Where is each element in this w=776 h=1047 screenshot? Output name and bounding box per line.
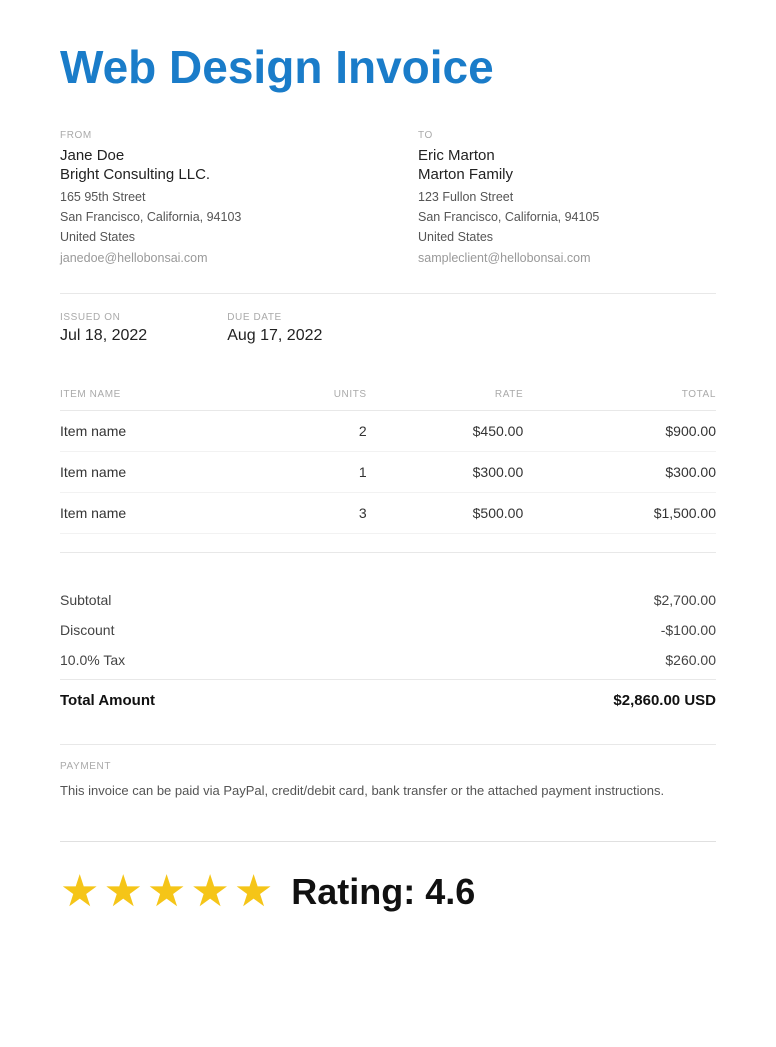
issued-on-value: Jul 18, 2022	[60, 327, 147, 345]
divider-2	[60, 552, 716, 553]
from-email: janedoe@hellobonsai.com	[60, 251, 358, 265]
from-name: Jane Doe	[60, 147, 358, 164]
payment-text: This invoice can be paid via PayPal, cre…	[60, 780, 716, 801]
payment-label: PAYMENT	[60, 761, 716, 772]
tax-row: 10.0% Tax $260.00	[60, 645, 716, 675]
total-value: $2,860.00 USD	[613, 692, 716, 709]
item-units-cell: 1	[265, 452, 367, 493]
item-rate-cell: $300.00	[367, 452, 524, 493]
star-icon: ★	[147, 870, 186, 914]
to-country: United States	[418, 227, 716, 247]
item-total-cell: $1,500.00	[523, 493, 716, 534]
col-header-rate: RATE	[367, 381, 524, 411]
to-address2: San Francisco, California, 94105	[418, 207, 716, 227]
from-address1: 165 95th Street	[60, 187, 358, 207]
star-icon: ★	[60, 870, 99, 914]
col-header-units: UNITS	[265, 381, 367, 411]
to-block: TO Eric Marton Marton Family 123 Fullon …	[358, 130, 716, 265]
subtotal-row: Subtotal $2,700.00	[60, 585, 716, 615]
item-name-cell: Item name	[60, 452, 265, 493]
item-name-cell: Item name	[60, 493, 265, 534]
from-block: FROM Jane Doe Bright Consulting LLC. 165…	[60, 130, 358, 265]
from-address2: San Francisco, California, 94103	[60, 207, 358, 227]
to-company: Marton Family	[418, 166, 716, 183]
total-label: Total Amount	[60, 692, 155, 709]
item-name-cell: Item name	[60, 411, 265, 452]
item-total-cell: $300.00	[523, 452, 716, 493]
col-header-item-name: ITEM NAME	[60, 381, 265, 411]
from-country: United States	[60, 227, 358, 247]
star-icon: ★	[103, 870, 142, 914]
tax-label: 10.0% Tax	[60, 652, 125, 668]
star-icon: ★	[190, 870, 229, 914]
due-date-label: DUE DATE	[227, 312, 322, 323]
subtotal-value: $2,700.00	[654, 592, 716, 608]
to-label: TO	[418, 130, 716, 141]
issued-on-block: ISSUED ON Jul 18, 2022	[60, 312, 147, 345]
rating-section: ★★★★★ Rating: 4.6	[60, 841, 716, 914]
rating-label: Rating: 4.6	[291, 871, 475, 913]
due-date-block: DUE DATE Aug 17, 2022	[227, 312, 322, 345]
tax-value: $260.00	[665, 652, 716, 668]
table-row: Item name 1 $300.00 $300.00	[60, 452, 716, 493]
col-header-total: TOTAL	[523, 381, 716, 411]
due-date-value: Aug 17, 2022	[227, 327, 322, 345]
item-rate-cell: $500.00	[367, 493, 524, 534]
table-row: Item name 2 $450.00 $900.00	[60, 411, 716, 452]
discount-row: Discount -$100.00	[60, 615, 716, 645]
total-row: Total Amount $2,860.00 USD	[60, 679, 716, 716]
discount-value: -$100.00	[661, 622, 716, 638]
invoice-title: Web Design Invoice	[60, 40, 716, 94]
subtotal-label: Subtotal	[60, 592, 111, 608]
star-icon: ★	[234, 870, 273, 914]
from-company: Bright Consulting LLC.	[60, 166, 358, 183]
payment-section: PAYMENT This invoice can be paid via Pay…	[60, 744, 716, 801]
divider-1	[60, 293, 716, 294]
item-total-cell: $900.00	[523, 411, 716, 452]
issued-on-label: ISSUED ON	[60, 312, 147, 323]
items-table: ITEM NAME UNITS RATE TOTAL Item name 2 $…	[60, 381, 716, 534]
stars-container: ★★★★★	[60, 870, 273, 914]
item-units-cell: 2	[265, 411, 367, 452]
item-units-cell: 3	[265, 493, 367, 534]
to-address1: 123 Fullon Street	[418, 187, 716, 207]
discount-label: Discount	[60, 622, 114, 638]
item-rate-cell: $450.00	[367, 411, 524, 452]
from-label: FROM	[60, 130, 358, 141]
to-email: sampleclient@hellobonsai.com	[418, 251, 716, 265]
to-name: Eric Marton	[418, 147, 716, 164]
totals-section: Subtotal $2,700.00 Discount -$100.00 10.…	[60, 573, 716, 716]
dates-section: ISSUED ON Jul 18, 2022 DUE DATE Aug 17, …	[60, 312, 716, 345]
address-section: FROM Jane Doe Bright Consulting LLC. 165…	[60, 130, 716, 265]
table-row: Item name 3 $500.00 $1,500.00	[60, 493, 716, 534]
